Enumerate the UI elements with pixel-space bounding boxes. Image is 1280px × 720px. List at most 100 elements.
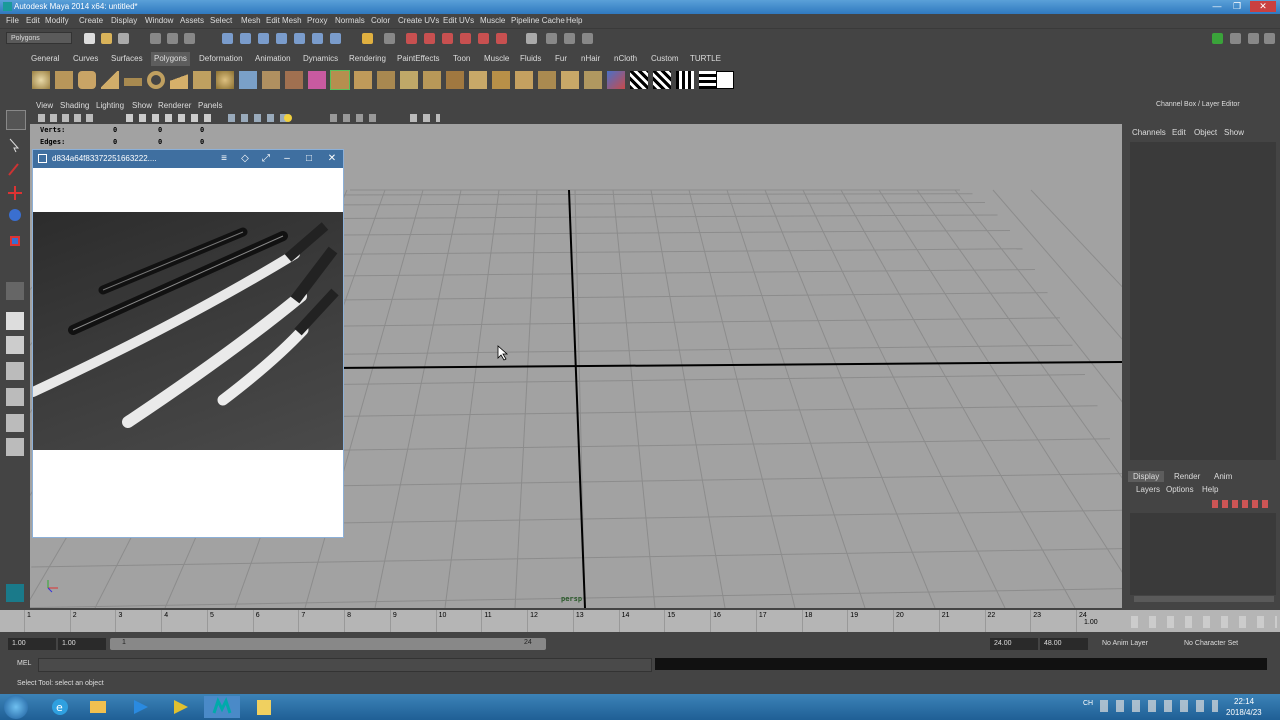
shelf-tab-ncloth[interactable]: nCloth [611,54,640,63]
cylindrical-map-icon[interactable] [653,71,671,89]
single-pane-layout-icon[interactable] [6,312,24,330]
menu-muscle[interactable]: Muscle [480,16,505,25]
shading-modes-icon[interactable] [228,114,288,122]
taskbar-explorer-icon[interactable] [80,696,116,718]
merge-icon[interactable] [492,71,510,89]
close-icon[interactable]: ✕ [325,153,339,165]
shelf-tab-general[interactable]: General [28,54,62,63]
persp-graph-hypergraph-layout-icon[interactable] [6,438,24,456]
pin-icon[interactable]: ◇ [238,153,252,165]
separate-icon[interactable] [262,71,280,89]
snap-point-icon[interactable] [258,33,269,44]
modeling-toolkit-icon[interactable] [546,33,557,44]
planar-map-icon[interactable] [630,71,648,89]
maximize-button[interactable]: ❐ [1228,1,1246,12]
split-polygon-icon[interactable] [400,71,418,89]
minimize-button[interactable]: — [1208,1,1226,12]
clock-time[interactable]: 22:14 [1234,697,1254,706]
display-toggles-icon[interactable] [126,114,216,122]
taskbar-media-icon[interactable] [162,696,198,718]
menu-modify[interactable]: Modify [45,16,69,25]
menu-edit-mesh[interactable]: Edit Mesh [266,16,302,25]
menu-create-uvs[interactable]: Create UVs [398,16,439,25]
character-set-select[interactable]: No Character Set [1184,640,1238,647]
layer-scrollbar[interactable] [1134,596,1274,602]
shelf-tab-muscle[interactable]: Muscle [481,54,512,63]
smooth-icon[interactable] [308,71,326,89]
menu-window[interactable]: Window [145,16,173,25]
layer-menu-help[interactable]: Help [1202,485,1218,494]
minimize-icon[interactable]: – [280,153,294,165]
open-scene-icon[interactable] [101,33,112,44]
lasso-tool-icon[interactable] [6,136,24,154]
channel-box-toggle-icon[interactable] [1212,33,1223,44]
shelf-tab-rendering[interactable]: Rendering [346,54,389,63]
attribute-toggle-icon[interactable] [1230,33,1241,44]
viewport-menu-lighting[interactable]: Lighting [96,101,124,110]
attribute-editor-icon[interactable] [564,33,575,44]
mirror-geometry-icon[interactable] [515,71,533,89]
poly-cone-icon[interactable] [101,71,119,89]
shelf-tab-dynamics[interactable]: Dynamics [300,54,341,63]
mel-script-icon[interactable] [6,584,24,602]
playback-controls[interactable] [1131,616,1277,628]
channel-box-area[interactable] [1130,142,1276,460]
extract-icon[interactable] [285,71,303,89]
snap-curve-icon[interactable] [240,33,251,44]
poly-plane-icon[interactable] [124,78,142,86]
shelf-tab-animation[interactable]: Animation [252,54,294,63]
viewport-menu-renderer[interactable]: Renderer [158,101,191,110]
triangulate-icon[interactable] [584,71,602,89]
snap-plane-icon[interactable] [276,33,287,44]
shelf-tab-painteffects[interactable]: PaintEffects [394,54,443,63]
menu-select[interactable]: Select [210,16,232,25]
playback-start-field[interactable]: 1.00 [58,638,106,650]
tool-settings-icon[interactable] [582,33,593,44]
anim-layer-select[interactable]: No Anim Layer [1102,640,1148,647]
four-pane-layout-icon[interactable] [6,336,24,354]
channel-box-menu-object[interactable]: Object [1194,128,1217,137]
image-viewer-titlebar[interactable]: d834a64f83372251663222.... ≡ ◇ ⤢ – □ ✕ [33,150,343,168]
layer-tab-display[interactable]: Display [1128,471,1165,482]
spherical-map-icon[interactable] [676,71,694,89]
uv-snapshot-icon[interactable] [716,71,734,89]
channel-box-menu-channels[interactable]: Channels [1132,128,1166,137]
current-frame-field[interactable]: 1.00 [1084,619,1098,626]
offset-edge-loop-icon[interactable] [446,71,464,89]
render-region-icon[interactable] [496,33,507,44]
snap-grid-icon[interactable] [222,33,233,44]
menu-assets[interactable]: Assets [180,16,204,25]
last-tool-icon[interactable] [6,282,24,300]
taskbar-player-icon[interactable] [122,696,158,718]
mel-input[interactable] [38,658,652,672]
layer-tab-render[interactable]: Render [1174,472,1200,481]
viewport-menu-show[interactable]: Show [132,101,152,110]
end-time-field[interactable]: 48.00 [1040,638,1088,650]
fullscreen-icon[interactable]: ⤢ [259,153,273,165]
menu-file[interactable]: File [6,16,19,25]
system-tray-icons[interactable] [1100,700,1218,712]
new-scene-icon[interactable] [84,33,95,44]
xray-toggles-icon[interactable] [330,114,380,122]
poly-prism-icon[interactable] [170,71,188,89]
rotate-tool-icon[interactable] [6,206,24,224]
maximize-icon[interactable]: □ [302,153,316,165]
shelf-tab-deformation[interactable]: Deformation [196,54,246,63]
layer-buttons-icon[interactable] [1212,500,1272,508]
hypershade-icon[interactable] [460,33,471,44]
history-icon[interactable] [330,33,341,44]
menu-help[interactable]: Help [566,16,582,25]
shelf-tab-fluids[interactable]: Fluids [517,54,544,63]
uv-editor-icon[interactable] [607,71,625,89]
poly-torus-icon[interactable] [147,71,165,89]
mel-label[interactable]: MEL [17,660,31,667]
input-ops-icon[interactable] [384,33,395,44]
shelf-tab-toon[interactable]: Toon [450,54,473,63]
lights-icon[interactable] [284,114,292,122]
bridge-icon[interactable] [354,71,372,89]
menu-create[interactable]: Create [79,16,103,25]
menu-edit-uvs[interactable]: Edit UVs [443,16,474,25]
auto-map-icon[interactable] [699,71,717,89]
extrude-icon[interactable] [330,70,350,90]
range-bar[interactable]: 1 24 [110,638,546,650]
